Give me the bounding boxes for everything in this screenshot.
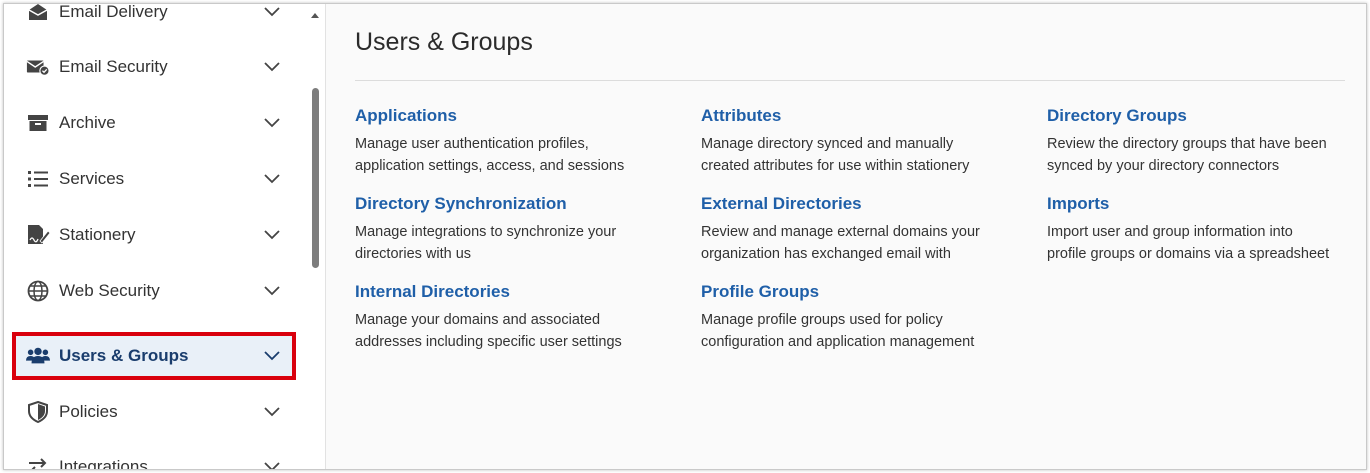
sidebar-item-users-groups[interactable]: Users & Groups [12,332,296,380]
sidebar-item-services[interactable]: Services [12,157,296,201]
card-description: Review the directory groups that have be… [1047,133,1366,177]
card-description: Manage user authentication profiles, app… [355,133,675,177]
sidebar-item-label: Web Security [59,281,160,300]
sidebar-item-label: Stationery [59,225,136,244]
card-description-line: Manage profile groups used for policy [701,312,943,328]
card-directory-groups: Directory Groups Review the directory gr… [1047,106,1366,177]
sidebar-item-label: Policies [59,402,118,421]
card-description-line: directories with us [355,246,472,262]
card-description-line: profile groups or domains via a spreadsh… [1047,246,1330,262]
chevron-down-icon[interactable] [262,117,282,129]
card-description: Review and manage external domains your … [701,221,1021,265]
card-description-line: Review the directory groups that have be… [1047,136,1327,152]
main-content: Users & Groups Applications Manage user … [327,4,1366,469]
chevron-down-icon[interactable] [262,61,282,73]
sidebar-item-integrations[interactable]: Integrations [12,445,296,469]
scroll-up-arrow-icon[interactable] [310,6,320,18]
chevron-down-icon[interactable] [262,406,282,418]
envelope-open-icon [26,4,50,23]
sidebar-item-stationery[interactable]: Stationery [12,213,296,257]
card-external-directories: External Directories Review and manage e… [701,194,1021,265]
chevron-down-icon[interactable] [262,229,282,241]
card-description-line: synced by your directory connectors [1047,158,1280,174]
card-description-line: Review and manage external domains your [701,224,980,240]
imports-link[interactable]: Imports [1047,194,1366,214]
card-description: Manage directory synced and manually cre… [701,133,1021,177]
sidebar-item-label: Integrations [59,457,148,469]
sidebar-item-label: Archive [59,113,116,132]
card-description-line: organization has exchanged email with [701,246,951,262]
sidebar-item-email-delivery[interactable]: Email Delivery [12,4,296,34]
chevron-down-icon[interactable] [262,350,282,362]
profile-groups-link[interactable]: Profile Groups [701,282,1021,302]
card-description-line: addresses including specific user settin… [355,334,622,350]
card-description: Manage profile groups used for policy co… [701,309,1021,353]
internal-directories-link[interactable]: Internal Directories [355,282,675,302]
archive-box-icon [26,112,50,134]
chevron-down-icon[interactable] [262,173,282,185]
sidebar-item-email-security[interactable]: Email Security [12,45,296,89]
card-directory-synchronization: Directory Synchronization Manage integra… [355,194,675,265]
card-internal-directories: Internal Directories Manage your domains… [355,282,675,353]
card-applications: Applications Manage user authentication … [355,106,675,177]
directory-synchronization-link[interactable]: Directory Synchronization [355,194,675,214]
card-description-line: Import user and group information into [1047,224,1293,240]
shield-icon [26,401,50,423]
card-description-line: Manage user authentication profiles, [355,136,589,152]
card-description: Manage integrations to synchronize your … [355,221,675,265]
directory-groups-link[interactable]: Directory Groups [1047,106,1366,126]
card-description-line: configuration and application management [701,334,975,350]
card-description-line: created attributes for use within statio… [701,158,970,174]
card-description-line: Manage directory synced and manually [701,136,954,152]
title-divider [355,80,1345,81]
arrows-icon [26,456,50,469]
card-description-line: Manage integrations to synchronize your [355,224,617,240]
sidebar-item-web-security[interactable]: Web Security [12,269,296,313]
sidebar-item-label: Users & Groups [59,346,189,365]
sidebar-nav: Email Delivery Email Security Archive Se… [4,4,326,469]
card-description: Import user and group information into p… [1047,221,1366,265]
sidebar-item-archive[interactable]: Archive [12,101,296,145]
list-icon [26,168,50,190]
sidebar-item-policies[interactable]: Policies [12,390,296,434]
app-window: Email Delivery Email Security Archive Se… [3,3,1367,470]
attributes-link[interactable]: Attributes [701,106,1021,126]
card-description: Manage your domains and associated addre… [355,309,675,353]
sidebar-scrollbar[interactable] [308,4,322,469]
envelope-check-icon [26,56,50,78]
card-attributes: Attributes Manage directory synced and m… [701,106,1021,177]
card-description-line: Manage your domains and associated [355,312,601,328]
sidebar-item-label: Email Security [59,57,168,76]
globe-icon [26,280,50,302]
card-description-line: application settings, access, and sessio… [355,158,625,174]
external-directories-link[interactable]: External Directories [701,194,1021,214]
page-title: Users & Groups [355,28,533,56]
sidebar-item-label: Email Delivery [59,4,168,21]
users-icon [26,345,50,367]
applications-link[interactable]: Applications [355,106,675,126]
signature-icon [26,224,50,246]
chevron-down-icon[interactable] [262,285,282,297]
card-imports: Imports Import user and group informatio… [1047,194,1366,265]
sidebar-item-label: Services [59,169,125,188]
chevron-down-icon[interactable] [262,6,282,18]
scrollbar-thumb[interactable] [312,88,319,268]
chevron-down-icon[interactable] [262,461,282,469]
card-profile-groups: Profile Groups Manage profile groups use… [701,282,1021,353]
